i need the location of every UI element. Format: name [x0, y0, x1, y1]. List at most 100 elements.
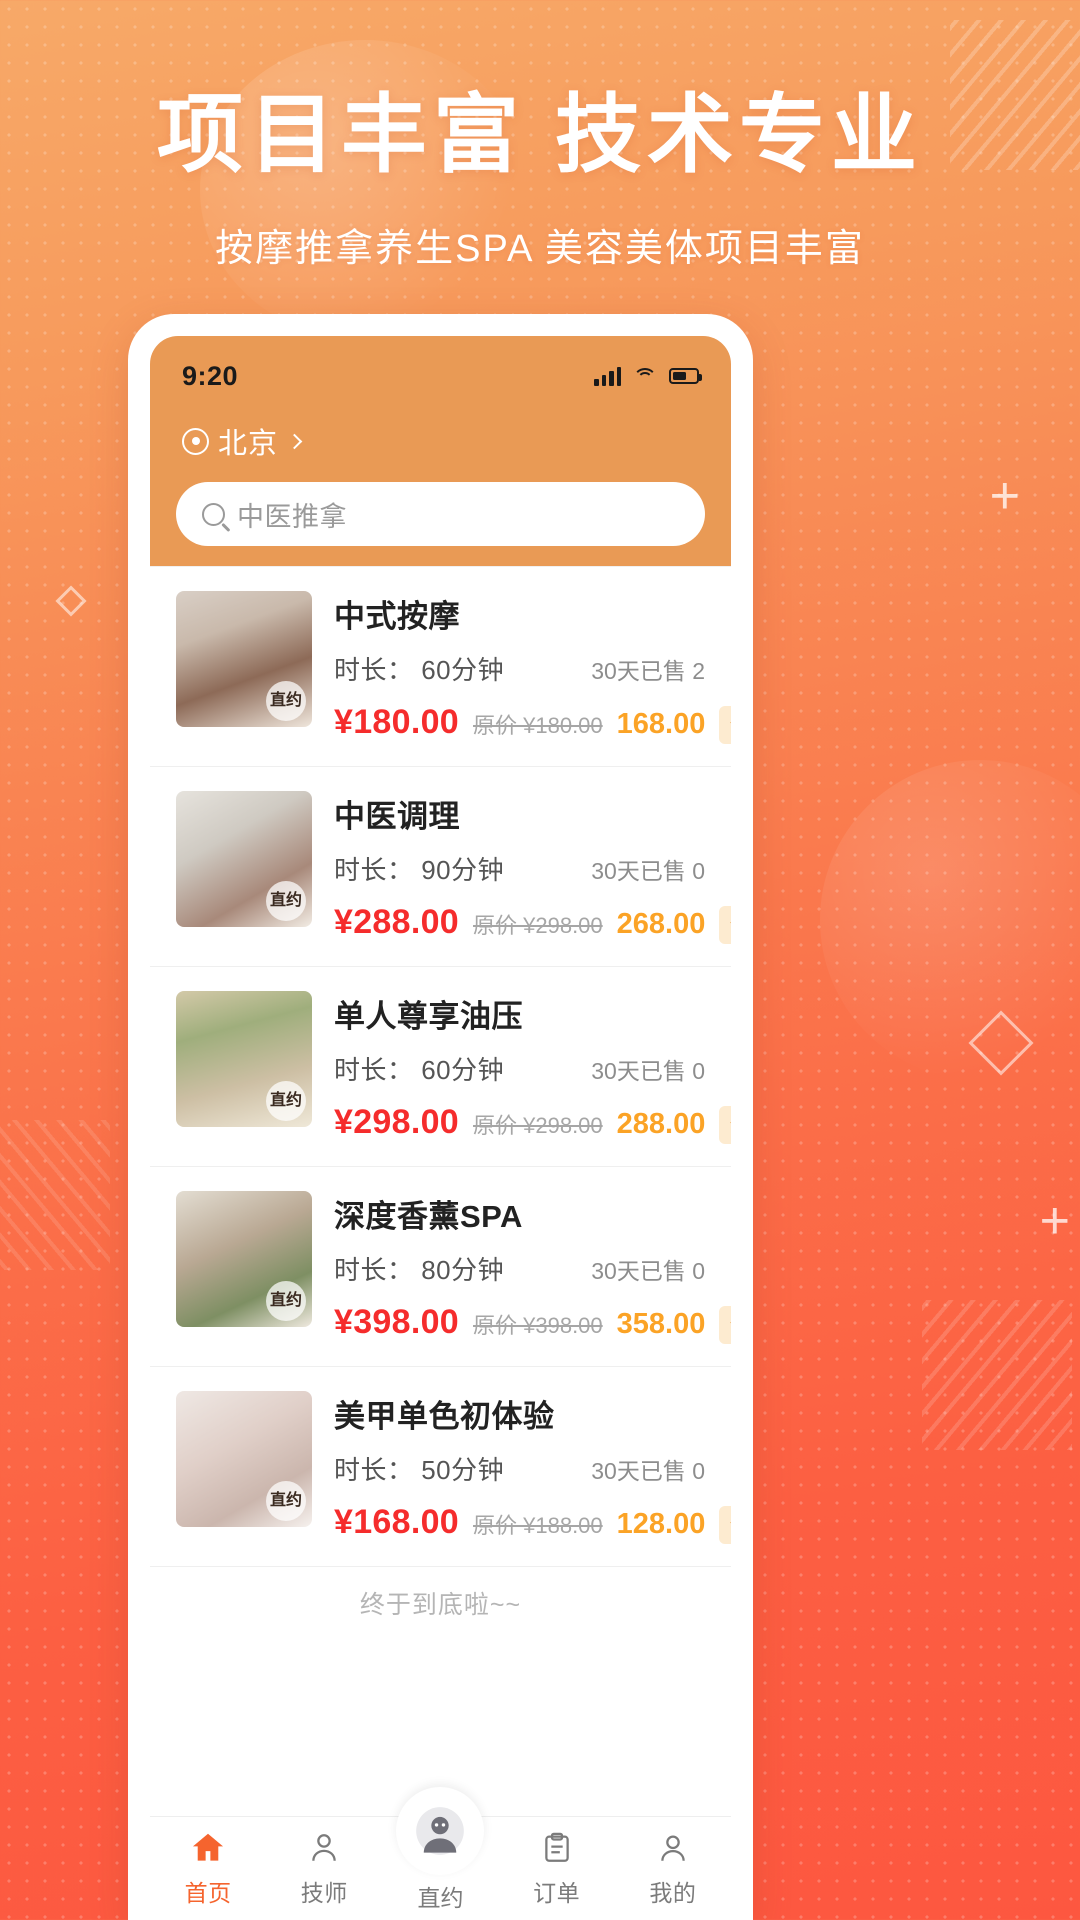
product-member-price: 358.00: [616, 1308, 706, 1340]
product-original-price: 原价 ¥298.00: [473, 1113, 603, 1138]
member-price-badge: 会员价: [719, 1306, 731, 1344]
decor-blob-right: [820, 760, 1080, 1080]
product-info: 中式按摩时长： 60分钟 30天已售 2 ¥180.00 原价 ¥180.00 168.…: [334, 591, 731, 744]
status-time: 9:20: [182, 360, 239, 391]
product-thumbnail: 直约: [176, 991, 312, 1127]
product-meta-row: 时长： 90分钟 30天已售 0: [334, 850, 705, 887]
product-member-price: 268.00: [616, 908, 706, 940]
product-list[interactable]: 直约 中式按摩时长： 60分钟 30天已售 2 ¥180.00 原价 ¥180.00 16…: [150, 566, 731, 1816]
product-sold-count: 30天已售 0: [591, 1057, 705, 1084]
tab-item-首页[interactable]: 首页: [150, 1827, 266, 1908]
brand-stamp-icon: 直约: [266, 1281, 306, 1321]
brand-stamp-icon: 直约: [266, 881, 306, 921]
product-duration: 时长： 60分钟: [334, 1055, 505, 1085]
product-duration: 时长： 60分钟: [334, 655, 505, 685]
clipboard-order-icon: [499, 1827, 615, 1869]
product-original-price: 原价 ¥398.00: [473, 1313, 603, 1338]
decor-stripes-mid-right: [922, 1300, 1072, 1450]
member-price-badge: 会员价: [719, 1506, 731, 1544]
poster-title: 项目丰富 技术专业: [157, 87, 923, 183]
tab-label: 技师: [300, 1880, 348, 1906]
tab-item-技师[interactable]: 技师: [266, 1827, 382, 1908]
decor-plus-upper-right: +: [989, 467, 1020, 525]
product-title: 中医调理: [334, 799, 460, 834]
decor-plus-lower-right: +: [1039, 1192, 1070, 1250]
home-icon: [150, 1827, 266, 1869]
product-meta-row: 时长： 80分钟 30天已售 0: [334, 1250, 705, 1287]
product-title: 单人尊享油压: [334, 999, 523, 1034]
product-card[interactable]: 直约 中医调理时长： 90分钟 30天已售 0 ¥288.00 原价 ¥298.00 26…: [150, 767, 731, 967]
member-price-badge: 会员价: [719, 706, 731, 744]
product-price-row: ¥398.00 原价 ¥398.00 358.00 会员价: [334, 1303, 731, 1344]
bottom-tab-bar[interactable]: 首页 技师 直约 订单 我的: [150, 1787, 731, 1920]
tab-label: 直约: [417, 1885, 464, 1911]
product-meta-row: 时长： 60分钟 30天已售 2: [334, 650, 705, 687]
product-price-row: ¥298.00 原价 ¥298.00 288.00 会员价: [334, 1103, 731, 1144]
product-member-price: 288.00: [616, 1108, 706, 1140]
product-price: ¥168.00: [334, 1503, 460, 1541]
product-price: ¥398.00: [334, 1303, 460, 1341]
product-sold-count: 30天已售 0: [591, 1257, 705, 1284]
product-duration: 时长： 80分钟: [334, 1255, 505, 1285]
product-info: 美甲单色初体验 时长： 50分钟 30天已售 0 ¥168.00 原价 ¥188.00 1…: [334, 1391, 731, 1544]
product-sold-count: 30天已售 2: [591, 657, 705, 684]
product-info: 单人尊享油压时长： 60分钟 30天已售 0 ¥298.00 原价 ¥298.00 28…: [334, 991, 731, 1144]
brand-stamp-icon: 直约: [266, 681, 306, 721]
app-header: 9:20 北京 中医推拿: [150, 336, 731, 566]
avatar-booking-icon[interactable]: [396, 1787, 485, 1875]
product-thumbnail: 直约: [176, 1191, 312, 1327]
member-price-badge: 会员价: [719, 906, 731, 944]
product-card[interactable]: 直约 单人尊享油压时长： 60分钟 30天已售 0 ¥298.00 原价 ¥298.00…: [150, 967, 731, 1167]
product-duration: 时长： 50分钟: [334, 1455, 505, 1485]
product-sold-count: 30天已售 0: [591, 857, 705, 884]
product-meta-row: 时长： 60分钟 30天已售 0: [334, 1050, 705, 1087]
product-thumbnail: 直约: [176, 791, 312, 927]
product-price-row: ¥288.00 原价 ¥298.00 268.00 会员价: [334, 903, 731, 944]
product-member-price: 168.00: [616, 708, 706, 740]
product-info: 中医调理时长： 90分钟 30天已售 0 ¥288.00 原价 ¥298.00 268.…: [334, 791, 731, 944]
status-icons: [594, 366, 702, 386]
product-price: ¥288.00: [334, 903, 460, 941]
product-price: ¥180.00: [334, 703, 460, 741]
tab-label: 我的: [649, 1880, 697, 1906]
list-end-text: 终于到底啦~~: [359, 1591, 522, 1619]
tab-item-我的[interactable]: 我的: [615, 1827, 731, 1908]
decor-diamond-right: [968, 1010, 1034, 1076]
tab-item-直约[interactable]: 直约: [382, 1787, 498, 1913]
product-duration: 时长： 90分钟: [334, 855, 505, 885]
poster-subtitle: 按摩推拿养生SPA 美容美体项目丰富: [215, 227, 865, 270]
product-original-price: 原价 ¥180.00: [473, 713, 603, 738]
product-title: 美甲单色初体验: [334, 1399, 555, 1434]
product-price: ¥298.00: [334, 1103, 460, 1141]
phone-mockup: 9:20 北京 中医推拿 直约 中式按摩时长： 60分钟 30天已售 2 ¥180.0…: [128, 314, 753, 1920]
brand-stamp-icon: 直约: [266, 1481, 306, 1521]
location-selector[interactable]: 北京: [182, 420, 705, 462]
product-meta-row: 时长： 50分钟 30天已售 0: [334, 1450, 705, 1487]
wifi-icon: [633, 366, 657, 386]
search-input[interactable]: 中医推拿: [176, 482, 705, 546]
product-thumbnail: 直约: [176, 591, 312, 727]
decor-diamond-left: [55, 585, 87, 617]
product-title: 中式按摩: [334, 599, 460, 634]
product-card[interactable]: 直约 中式按摩时长： 60分钟 30天已售 2 ¥180.00 原价 ¥180.00 16…: [150, 567, 731, 767]
product-price-row: ¥168.00 原价 ¥188.00 128.00 会员价: [334, 1503, 731, 1544]
product-original-price: 原价 ¥188.00: [473, 1513, 603, 1538]
decor-stripes-left: [0, 1120, 110, 1270]
location-pin-icon: [182, 427, 209, 455]
location-label: 北京: [218, 428, 279, 460]
person-profile-icon: [615, 1827, 731, 1869]
search-icon: [202, 502, 225, 526]
product-card[interactable]: 直约 美甲单色初体验时长： 50分钟 30天已售 0 ¥168.00 原价 ¥188.0…: [150, 1367, 731, 1567]
app-screen: 9:20 北京 中医推拿 直约 中式按摩时长： 60分钟 30天已售 2 ¥180.0…: [150, 336, 731, 1920]
chevron-right-icon: [286, 433, 303, 449]
product-original-price: 原价 ¥298.00: [473, 913, 603, 938]
tab-item-订单[interactable]: 订单: [499, 1827, 615, 1908]
tab-label: 首页: [184, 1880, 232, 1906]
product-card[interactable]: 直约 深度香薰SPA 时长： 80分钟 30天已售 0 ¥398.00 原价 ¥398.0…: [150, 1167, 731, 1367]
status-bar: 9:20: [176, 354, 705, 398]
product-info: 深度香薰SPA 时长： 80分钟 30天已售 0 ¥398.00 原价 ¥398.00 3…: [334, 1191, 731, 1344]
product-price-row: ¥180.00 原价 ¥180.00 168.00 会员价: [334, 703, 731, 744]
signal-bars-icon: [594, 366, 621, 386]
product-title: 深度香薰SPA: [334, 1199, 523, 1234]
search-placeholder: 中医推拿: [237, 501, 347, 532]
